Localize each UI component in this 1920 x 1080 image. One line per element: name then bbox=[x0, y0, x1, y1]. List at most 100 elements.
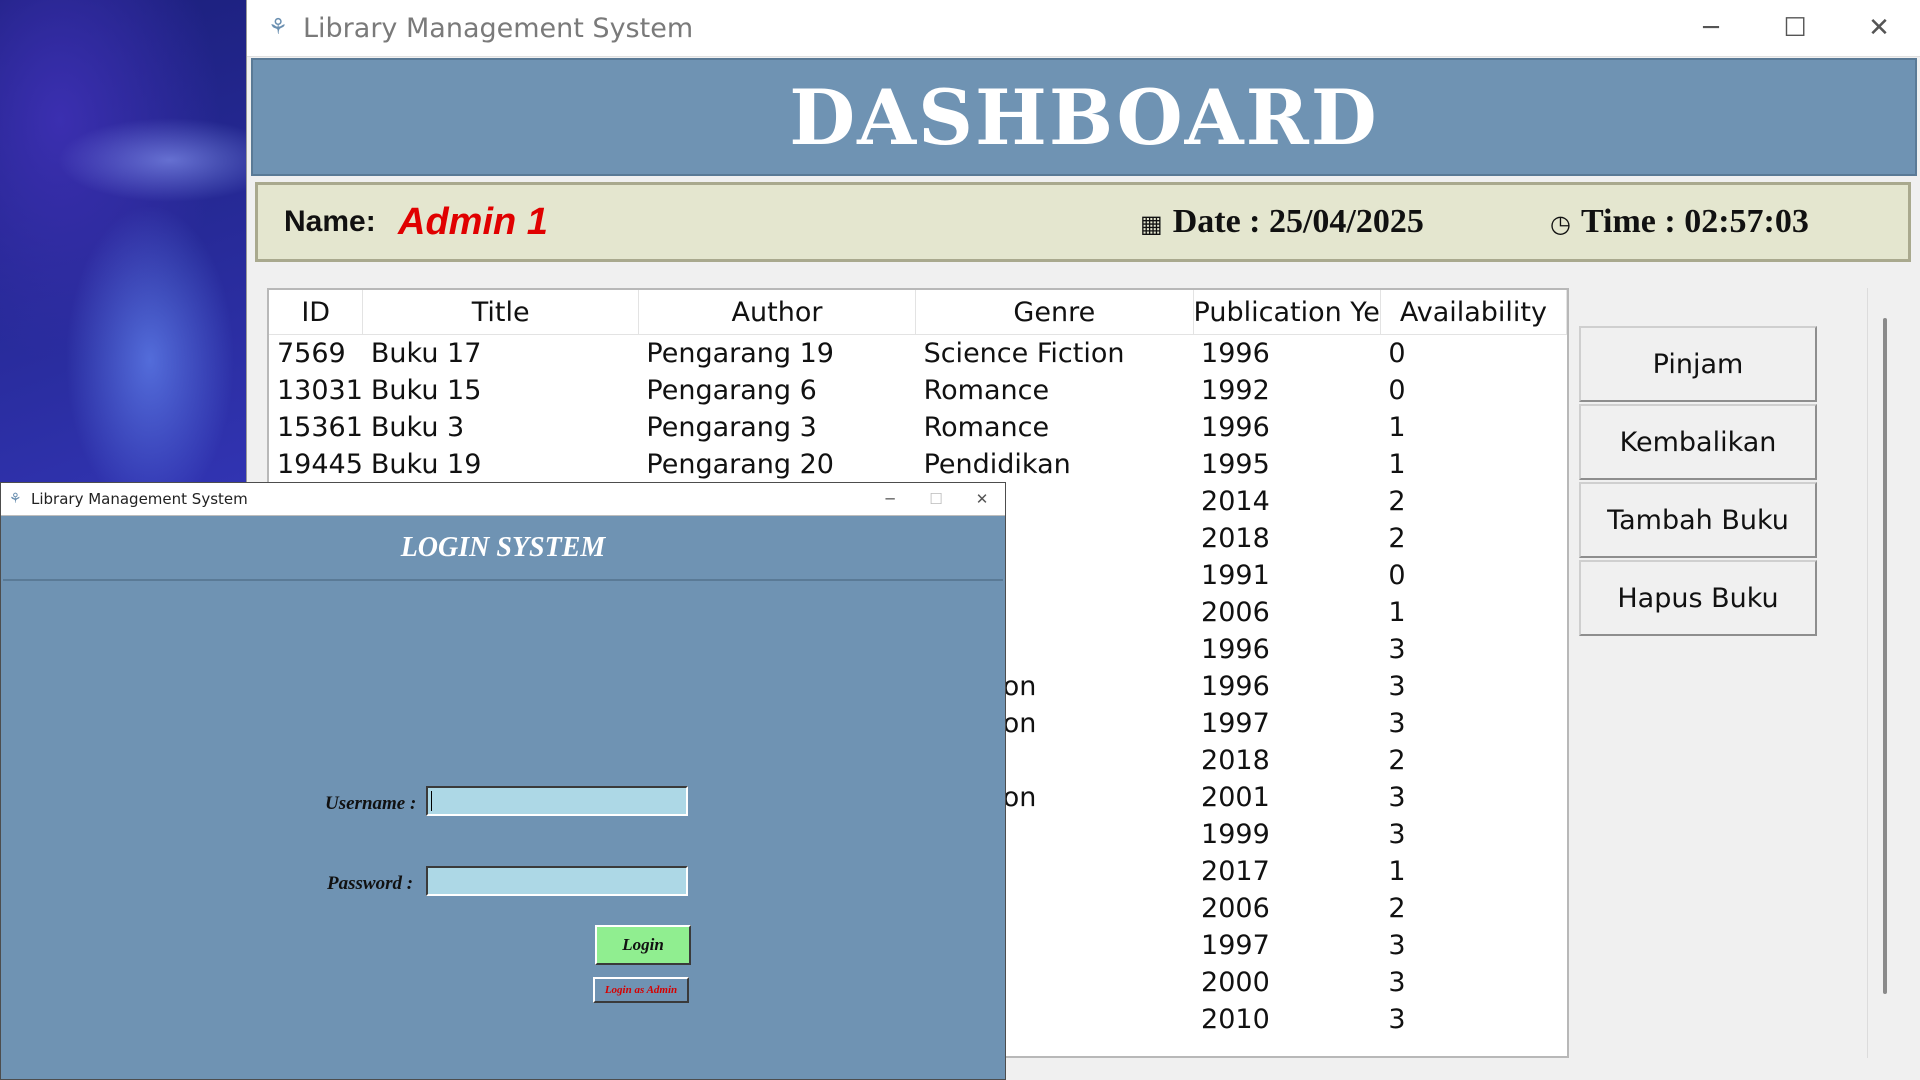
login-minimize-button[interactable]: ─ bbox=[867, 483, 913, 515]
password-input[interactable] bbox=[426, 866, 688, 896]
table-cell: 3 bbox=[1388, 1004, 1406, 1035]
login-window: ⚘ Library Management System ─ ☐ ✕ LOGIN … bbox=[0, 482, 1006, 1080]
login-header: LOGIN SYSTEM bbox=[3, 517, 1003, 581]
table-cell: 7569 bbox=[277, 338, 346, 369]
table-cell: Pendidikan bbox=[923, 449, 1071, 480]
table-cell: 2 bbox=[1388, 745, 1406, 776]
date-text: Date : 25/04/2025 bbox=[1172, 203, 1424, 240]
kembalikan-button[interactable]: Kembalikan bbox=[1579, 404, 1817, 480]
table-cell: 0 bbox=[1388, 560, 1406, 591]
password-label: Password : bbox=[327, 873, 414, 894]
table-row[interactable]: 13031 Buku 15 Pengarang 6 Romance 1992 0 bbox=[269, 372, 1567, 409]
table-cell: 2001 bbox=[1201, 782, 1270, 813]
table-cell: 2 bbox=[1388, 486, 1406, 517]
table-cell: 3 bbox=[1388, 634, 1406, 665]
table-cell: Romance bbox=[923, 375, 1050, 406]
table-cell: 3 bbox=[1388, 930, 1406, 961]
table-cell: 2014 bbox=[1201, 486, 1270, 517]
table-cell: 0 bbox=[1388, 375, 1406, 406]
table-cell: 1991 bbox=[1201, 560, 1270, 591]
table-cell: 1996 bbox=[1201, 338, 1270, 369]
column-header-availability[interactable]: Availability bbox=[1380, 290, 1567, 335]
page-title: DASHBOARD bbox=[789, 72, 1379, 162]
table-cell: 2017 bbox=[1201, 856, 1270, 887]
table-cell: Buku 3 bbox=[370, 412, 465, 443]
table-cell: 13031 bbox=[277, 375, 363, 406]
window-title: Library Management System bbox=[303, 12, 694, 44]
table-cell: 2 bbox=[1388, 523, 1406, 554]
column-header-id[interactable]: ID bbox=[269, 290, 364, 335]
column-header-author[interactable]: Author bbox=[638, 290, 917, 335]
table-cell: 3 bbox=[1388, 819, 1406, 850]
table-cell: Pengarang 20 bbox=[646, 449, 834, 480]
table-cell: 3 bbox=[1388, 708, 1406, 739]
time-text: Time : 02:57:03 bbox=[1580, 203, 1809, 240]
table-cell: Pengarang 3 bbox=[646, 412, 817, 443]
table-cell: 3 bbox=[1388, 671, 1406, 702]
dashboard-header: DASHBOARD bbox=[251, 58, 1917, 176]
table-header-row: ID Title Author Genre Publication Ye Ava… bbox=[269, 290, 1567, 335]
login-title: LOGIN SYSTEM bbox=[400, 532, 606, 563]
table-cell: Romance bbox=[923, 412, 1050, 443]
table-row[interactable]: 7569 Buku 17 Pengarang 19 Science Fiction 19… bbox=[269, 335, 1567, 373]
login-close-button[interactable]: ✕ bbox=[959, 483, 1005, 515]
table-cell: 1995 bbox=[1201, 449, 1270, 480]
table-cell: 1997 bbox=[1201, 930, 1270, 961]
tambah-buku-button[interactable]: Tambah Buku bbox=[1579, 482, 1817, 558]
table-row[interactable]: 15361 Buku 3 Pengarang 3 Romance 1996 1 bbox=[269, 409, 1567, 446]
minimize-button[interactable]: ─ bbox=[1669, 0, 1753, 56]
table-cell: 2018 bbox=[1201, 745, 1270, 776]
pinjam-button[interactable]: Pinjam bbox=[1579, 326, 1817, 402]
table-cell: 1 bbox=[1388, 412, 1406, 443]
action-buttons: Pinjam Kembalikan Tambah Buku Hapus Buku bbox=[1579, 326, 1819, 638]
table-cell: 1992 bbox=[1201, 375, 1270, 406]
login-titlebar[interactable]: ⚘ Library Management System ─ ☐ ✕ bbox=[1, 483, 1005, 516]
app-feather-icon: ⚘ bbox=[268, 15, 288, 40]
table-cell: Pengarang 6 bbox=[646, 375, 817, 406]
login-button[interactable]: Login bbox=[595, 925, 691, 965]
user-name: Admin 1 bbox=[398, 201, 548, 243]
table-cell: 1 bbox=[1388, 597, 1406, 628]
table-cell: 1999 bbox=[1201, 819, 1270, 850]
hapus-buku-button[interactable]: Hapus Buku bbox=[1579, 560, 1817, 636]
table-cell: 15361 bbox=[277, 412, 363, 443]
column-header-title[interactable]: Title bbox=[362, 290, 639, 335]
dashboard-titlebar[interactable]: ⚘ Library Management System ─ ☐ ✕ bbox=[247, 0, 1920, 57]
time-display: ◷ Time : 02:57:03 bbox=[1550, 203, 1809, 241]
login-maximize-button[interactable]: ☐ bbox=[913, 483, 959, 515]
username-label: Username : bbox=[325, 793, 417, 814]
column-header-year[interactable]: Publication Ye bbox=[1193, 290, 1381, 335]
user-info-bar: Name: Admin 1 ▦ Date : 25/04/2025 ◷ Time :… bbox=[255, 182, 1911, 262]
date-display: ▦ Date : 25/04/2025 bbox=[1140, 203, 1424, 241]
login-window-title: Library Management System bbox=[31, 490, 248, 508]
table-cell: Pengarang 19 bbox=[646, 338, 834, 369]
table-cell: 1996 bbox=[1201, 412, 1270, 443]
table-cell: 19445 bbox=[277, 449, 363, 480]
table-cell: 2006 bbox=[1201, 597, 1270, 628]
table-cell: 2000 bbox=[1201, 967, 1270, 998]
table-cell: 1 bbox=[1388, 449, 1406, 480]
table-cell: 1 bbox=[1388, 856, 1406, 887]
scrollbar-thumb[interactable] bbox=[1883, 318, 1887, 994]
table-cell: Buku 17 bbox=[370, 338, 482, 369]
clock-icon: ◷ bbox=[1550, 212, 1571, 238]
table-cell: Buku 19 bbox=[370, 449, 482, 480]
username-input[interactable] bbox=[426, 786, 688, 816]
table-cell: Buku 15 bbox=[370, 375, 482, 406]
table-cell: 1997 bbox=[1201, 708, 1270, 739]
login-as-admin-button[interactable]: Login as Admin bbox=[593, 977, 689, 1003]
table-cell: 2010 bbox=[1201, 1004, 1270, 1035]
table-row[interactable]: 19445 Buku 19 Pengarang 20 Pendidikan 1995 1 bbox=[269, 446, 1567, 483]
calendar-icon: ▦ bbox=[1140, 212, 1163, 238]
close-button[interactable]: ✕ bbox=[1837, 0, 1920, 56]
name-label: Name: bbox=[284, 205, 376, 238]
table-cell: 1996 bbox=[1201, 634, 1270, 665]
table-cell: 2006 bbox=[1201, 893, 1270, 924]
text-caret bbox=[431, 791, 432, 811]
table-cell: 3 bbox=[1388, 782, 1406, 813]
table-cell: 1996 bbox=[1201, 671, 1270, 702]
maximize-button[interactable]: ☐ bbox=[1753, 0, 1837, 56]
table-cell: 0 bbox=[1388, 338, 1406, 369]
column-header-genre[interactable]: Genre bbox=[915, 290, 1194, 335]
table-cell: Science Fiction bbox=[923, 338, 1125, 369]
